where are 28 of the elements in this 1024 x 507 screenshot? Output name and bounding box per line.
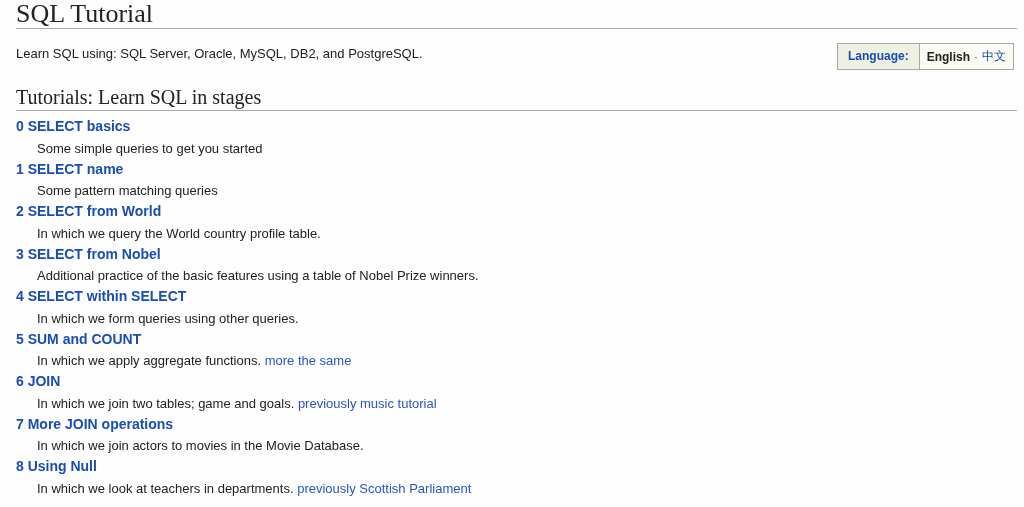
page-title: SQL Tutorial	[16, 0, 1017, 29]
tutorial-description: Some simple queries to get you started	[37, 139, 263, 158]
tutorial-link[interactable]: 4 SELECT within SELECT	[16, 288, 187, 310]
related-link[interactable]: previously music tutorial	[297, 395, 437, 411]
tutorial-description: Some pattern matching queries	[37, 182, 218, 200]
tutorial-description: In which we form queries using other queries.	[37, 309, 299, 328]
tutorial-description: In which we join two tables; game and goals. previously music tutorial	[37, 394, 437, 413]
tutorial-description: In which we look at teachers in departments. previously Scottish Parliament	[37, 479, 472, 498]
tutorial-link[interactable]: 7 More JOIN operations	[16, 415, 174, 437]
section-heading: Tutorials: Learn SQL in stages	[16, 85, 1017, 111]
language-link[interactable]: English	[926, 49, 970, 64]
tutorial-link[interactable]: 8 Using Null	[16, 458, 97, 480]
separator-dot: ·	[974, 49, 978, 64]
tutorial-link[interactable]: 2 SELECT from World	[16, 203, 162, 225]
tutorial-description: In which we join actors to movies in the Movie Database.	[37, 437, 364, 455]
intro-text: Learn SQL using: SQL Server, Oracle, MySQL, DB2, and PostgreSQL.	[16, 46, 423, 62]
tutorial-link[interactable]: 3 SELECT from Nobel	[16, 245, 161, 267]
language-label: Language:	[838, 44, 920, 69]
related-link[interactable]: previously Scottish Parliament	[297, 480, 472, 496]
tutorial-link[interactable]: 1 SELECT name	[16, 160, 124, 182]
language-link[interactable]: 中文	[982, 48, 1006, 65]
tutorial-link[interactable]: 0 SELECT basics	[16, 118, 131, 140]
tutorial-link[interactable]: 6 JOIN	[16, 373, 61, 395]
tutorial-description: Additional practice of the basic features using a table of Nobel Prize winners.	[37, 267, 479, 285]
tutorial-description: In which we apply aggregate functions. more the same	[37, 352, 352, 370]
related-link[interactable]: more the same	[264, 353, 352, 368]
tutorial-link[interactable]: 5 SUM and COUNT	[16, 330, 142, 352]
tutorial-description: In which we query the World country profile table.	[37, 224, 321, 243]
